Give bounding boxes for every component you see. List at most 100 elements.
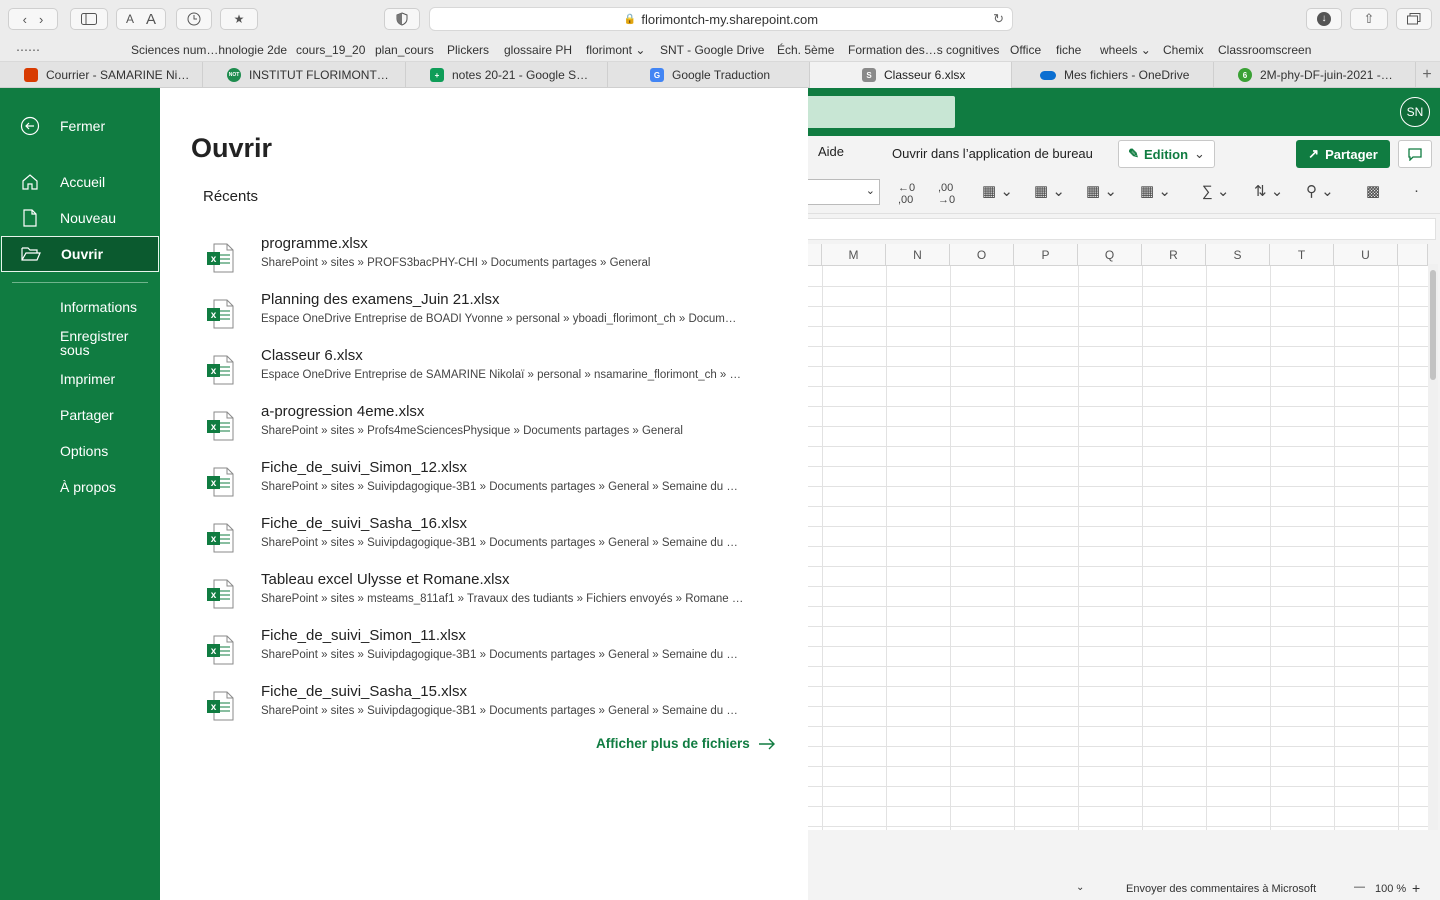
bookmark-item[interactable]: SNT - Google Drive (660, 43, 764, 57)
bookmark-item[interactable]: glossaire PH (504, 43, 572, 57)
recent-file-row[interactable]: x Fiche_de_suivi_Simon_11.xlsx SharePoint … (200, 625, 780, 673)
bookmark-item[interactable]: Chemix (1163, 43, 1204, 57)
edition-mode-button[interactable]: ✎ Edition ⌄ (1118, 140, 1215, 168)
nav-info[interactable]: Informations (60, 300, 137, 314)
nav-options[interactable]: Options (60, 444, 108, 458)
bookmark-item[interactable]: Plickers (447, 43, 489, 57)
bookmark-item[interactable]: Éch. 5ème (777, 43, 834, 57)
avatar[interactable]: SN (1400, 97, 1430, 127)
bookmark-item[interactable]: Formation des…s cognitives (848, 43, 999, 57)
history-button[interactable] (176, 8, 212, 30)
downloads-button[interactable]: ↓ (1306, 8, 1342, 30)
recent-file-row[interactable]: x Classeur 6.xlsx Espace OneDrive Entrepri… (200, 345, 780, 393)
menu-aide[interactable]: Aide (818, 144, 844, 159)
comments-button[interactable] (1398, 140, 1432, 168)
spreadsheet-grid[interactable]: M N O P Q R S T U (806, 244, 1428, 830)
nav-divider (12, 282, 148, 283)
column-header[interactable]: U (1334, 244, 1398, 266)
column-header[interactable]: S (1206, 244, 1270, 266)
format-table-icon[interactable]: ▦ ⌄ (1034, 182, 1065, 200)
bookmark-item[interactable]: cours_19_20 (296, 43, 365, 57)
column-header[interactable]: O (950, 244, 1014, 266)
browser-tab-active[interactable]: S Classeur 6.xlsx (810, 62, 1012, 88)
browser-tab[interactable]: Courrier - SAMARINE Ni… (0, 62, 203, 88)
nav-about[interactable]: À propos (60, 480, 116, 494)
column-header[interactable]: Q (1078, 244, 1142, 266)
column-header[interactable]: R (1142, 244, 1206, 266)
recent-file-row[interactable]: x Tableau excel Ulysse et Romane.xlsx Shar… (200, 569, 780, 617)
open-in-desktop-link[interactable]: Ouvrir dans l’application de bureau (892, 146, 1093, 161)
font-larger-button[interactable]: A (146, 11, 156, 28)
autosum-icon[interactable]: ∑ ⌄ (1202, 182, 1229, 200)
share-button[interactable]: ↗ Partager (1296, 140, 1390, 168)
recent-file-row[interactable]: x Planning des examens_Juin 21.xlsx Espace… (200, 289, 780, 337)
edition-label: Edition (1143, 146, 1189, 162)
file-path: Espace OneDrive Entreprise de SAMARINE N… (261, 369, 742, 381)
decrease-decimal-icon[interactable]: ←0,00 (898, 182, 915, 206)
search-box[interactable] (806, 96, 955, 128)
chevron-down-icon[interactable]: ⌄ (1076, 882, 1084, 893)
formula-bar[interactable] (806, 218, 1436, 240)
recent-file-row[interactable]: x Fiche_de_suivi_Sasha_16.xlsx SharePoint … (200, 513, 780, 561)
bookmark-folder[interactable]: wheels ⌄ (1100, 43, 1151, 57)
share-browser-button[interactable]: ⇧ (1350, 8, 1388, 30)
nav-home[interactable]: Accueil (0, 164, 160, 200)
sidebar-toggle-button[interactable] (70, 8, 108, 30)
column-header[interactable]: P (1014, 244, 1078, 266)
nav-save-as[interactable]: Enregistrer sous (60, 329, 128, 357)
search-icon[interactable]: ⚲ ⌄ (1306, 182, 1334, 200)
recent-file-row[interactable]: x Fiche_de_suivi_Simon_12.xlsx SharePoint … (200, 457, 780, 505)
bookmark-item[interactable]: Sciences num…hnologie 2de (131, 43, 287, 57)
number-format-dropdown[interactable]: ⌄ (806, 179, 880, 205)
privacy-report-button[interactable] (384, 8, 420, 30)
nav-print[interactable]: Imprimer (60, 372, 115, 386)
browser-tab[interactable]: 6 2M-phy-DF-juin-2021 -… (1214, 62, 1416, 88)
recent-file-row[interactable]: x a-progression 4eme.xlsx SharePoint » sit… (200, 401, 780, 449)
show-more-files-link[interactable]: Afficher plus de fichiers (596, 736, 776, 751)
feedback-link[interactable]: Envoyer des commentaires à Microsoft (1126, 883, 1316, 895)
shield-icon (396, 12, 408, 26)
nav-close[interactable]: Fermer (0, 108, 160, 144)
more-options-icon[interactable]: · (1414, 182, 1419, 199)
bookmarks-button[interactable]: ★ (220, 8, 258, 30)
nav-new[interactable]: Nouveau (0, 200, 160, 236)
column-header[interactable]: N (886, 244, 950, 266)
recent-file-row[interactable]: x Fiche_de_suivi_Sasha_15.xlsx SharePoint … (200, 681, 780, 729)
conditional-format-icon[interactable]: ▦ ⌄ (982, 182, 1013, 200)
font-smaller-button[interactable]: A (126, 12, 134, 26)
forward-icon[interactable]: › (39, 12, 43, 27)
address-bar[interactable]: 🔒 florimontch-my.sharepoint.com ↻ (429, 7, 1013, 31)
bookmark-item[interactable]: plan_cours (375, 43, 434, 57)
back-forward-buttons[interactable]: ‹ › (8, 8, 58, 30)
insert-cells-icon[interactable]: ▦ ⌄ (1140, 182, 1171, 200)
back-icon[interactable]: ‹ (23, 12, 27, 27)
analyze-data-icon[interactable]: ▩ (1366, 182, 1380, 200)
browser-tab[interactable]: Mes fichiers - OneDrive (1012, 62, 1214, 88)
tab-overview-button[interactable] (1396, 8, 1432, 30)
browser-tab[interactable]: NOT INSTITUT FLORIMONT… (203, 62, 406, 88)
file-name: Fiche_de_suivi_Sasha_16.xlsx (261, 515, 467, 532)
browser-tab[interactable]: + notes 20-21 - Google S… (406, 62, 608, 88)
tab-title: Classeur 6.xlsx (884, 68, 966, 82)
bookmark-item[interactable]: Office (1010, 43, 1041, 57)
vertical-scrollbar[interactable] (1428, 264, 1438, 830)
browser-tab[interactable]: G Google Traduction (608, 62, 810, 88)
increase-decimal-icon[interactable]: ,00 →0 (938, 182, 955, 206)
apps-grid-icon[interactable]: ⋯⋯ (16, 43, 40, 57)
nav-open[interactable]: Ouvrir (1, 236, 159, 272)
bookmark-item[interactable]: fiche (1056, 43, 1081, 57)
bookmark-folder[interactable]: florimont ⌄ (586, 43, 645, 57)
sort-filter-icon[interactable]: ⇅ ⌄ (1254, 182, 1283, 200)
new-tab-button[interactable]: + (1414, 62, 1440, 88)
reload-icon[interactable]: ↻ (993, 11, 1004, 27)
column-header[interactable]: M (822, 244, 886, 266)
recent-file-row[interactable]: x programme.xlsx SharePoint » sites » PROF… (200, 233, 780, 281)
zoom-in-button[interactable]: + (1412, 880, 1420, 896)
cell-styles-icon[interactable]: ▦ ⌄ (1086, 182, 1117, 200)
bookmark-item[interactable]: Classroomscreen (1218, 43, 1311, 57)
scrollbar-thumb[interactable] (1430, 270, 1436, 380)
column-header[interactable]: T (1270, 244, 1334, 266)
zoom-out-button[interactable]: — (1354, 881, 1365, 893)
font-size-buttons[interactable]: A A (116, 8, 166, 30)
nav-share[interactable]: Partager (60, 408, 114, 422)
